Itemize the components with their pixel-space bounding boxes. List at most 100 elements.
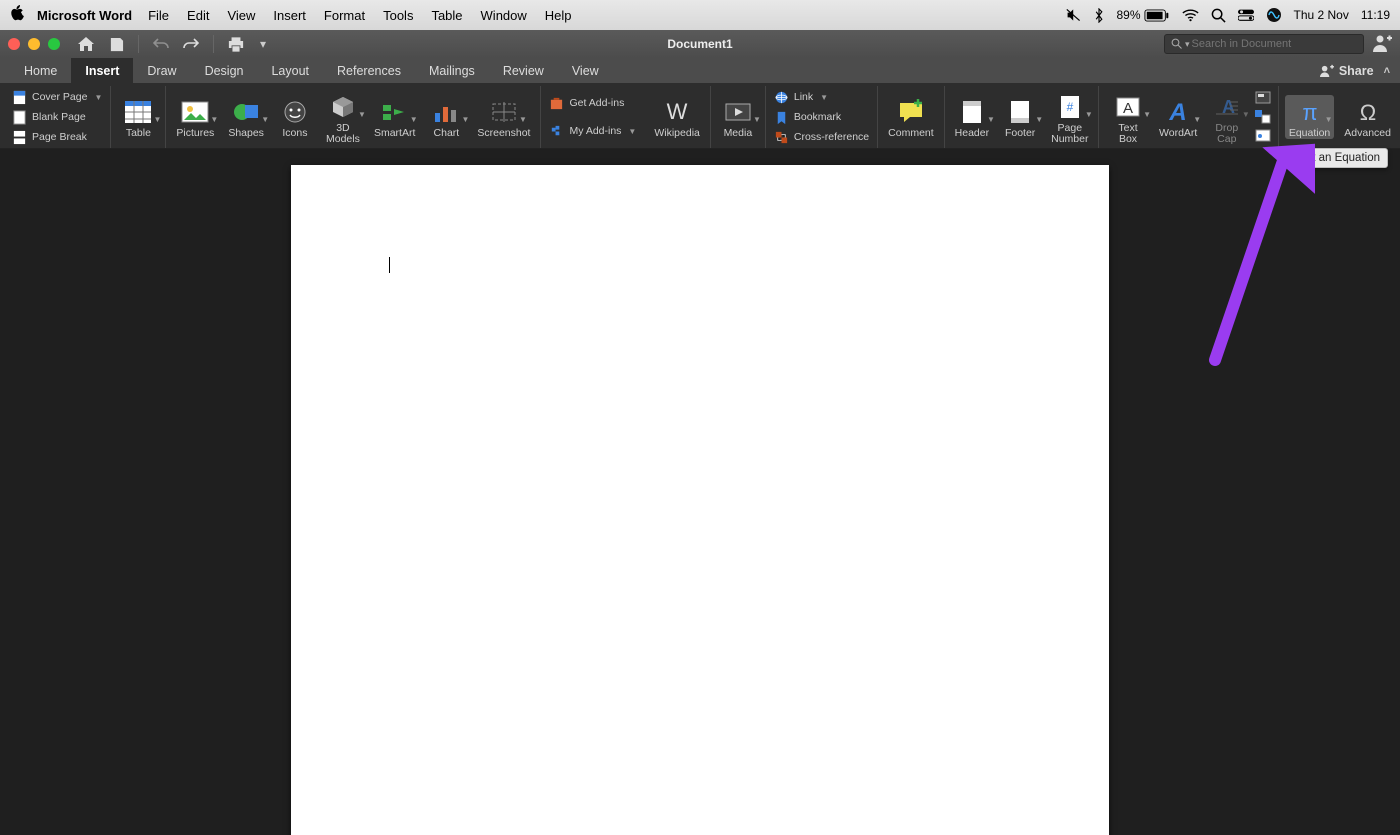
apple-logo-icon[interactable]	[10, 5, 25, 26]
footer-button[interactable]: ▼Footer	[999, 95, 1041, 139]
document-page[interactable]	[291, 165, 1109, 835]
group-symbols: π▼Equation ΩAdvanced	[1279, 86, 1400, 148]
svg-text:#: #	[1066, 100, 1073, 114]
control-center-icon[interactable]	[1238, 9, 1254, 21]
search-input[interactable]	[1192, 38, 1357, 50]
equation-button[interactable]: π▼Equation	[1285, 95, 1334, 139]
cover-page-button[interactable]: Cover Page▼	[10, 87, 104, 107]
svg-text:Ω: Ω	[1359, 100, 1375, 125]
tooltip-equation: Insert an Equation	[1279, 148, 1388, 168]
ribbon-tabs: Home Insert Draw Design Layout Reference…	[0, 58, 1400, 83]
menu-edit[interactable]: Edit	[187, 8, 209, 23]
tab-mailings[interactable]: Mailings	[415, 58, 489, 83]
minimize-window[interactable]	[28, 38, 40, 50]
link-button[interactable]: Link▼	[772, 87, 871, 107]
header-button[interactable]: ▼Header	[951, 95, 993, 139]
tab-view[interactable]: View	[558, 58, 613, 83]
comment-button[interactable]: Comment	[884, 95, 938, 139]
screenshot-button[interactable]: ▼Screenshot	[473, 95, 534, 139]
spotlight-icon[interactable]	[1211, 8, 1226, 23]
blank-page-button[interactable]: Blank Page	[10, 107, 104, 127]
close-window[interactable]	[8, 38, 20, 50]
undo-icon[interactable]	[153, 36, 169, 52]
app-name[interactable]: Microsoft Word	[37, 8, 132, 23]
group-text: A▼Text Box A▼WordArt A▼Drop Cap ▼ ▼	[1099, 86, 1278, 148]
tab-references[interactable]: References	[323, 58, 415, 83]
page-break-button[interactable]: Page Break	[10, 127, 104, 147]
customize-qat-icon[interactable]: ▾	[258, 36, 268, 52]
menu-window[interactable]: Window	[481, 8, 527, 23]
object-icon[interactable]: ▼	[1254, 128, 1272, 144]
battery-percent: 89%	[1116, 8, 1140, 22]
svg-text:A: A	[1123, 100, 1133, 117]
battery-indicator[interactable]: 89%	[1116, 8, 1169, 22]
bluetooth-icon[interactable]	[1094, 8, 1104, 23]
wordart-button[interactable]: A▼WordArt	[1157, 95, 1200, 139]
text-extras: ▼ ▼	[1254, 90, 1272, 144]
home-icon[interactable]	[78, 36, 94, 52]
tab-layout[interactable]: Layout	[257, 58, 323, 83]
smartart-button[interactable]: ▼SmartArt	[370, 95, 419, 139]
advanced-symbol-button[interactable]: ΩAdvanced	[1340, 95, 1395, 139]
bookmark-button[interactable]: Bookmark	[772, 107, 871, 127]
shapes-button[interactable]: ▼Shapes	[224, 95, 268, 139]
text-box-button[interactable]: A▼Text Box	[1105, 90, 1150, 145]
menu-format[interactable]: Format	[324, 8, 365, 23]
pictures-button[interactable]: ▼Pictures	[172, 95, 218, 139]
tab-review[interactable]: Review	[489, 58, 558, 83]
my-addins-button[interactable]: My Add-ins▼	[547, 121, 638, 141]
time-label[interactable]: 11:19	[1361, 8, 1390, 22]
page-number-button[interactable]: #▼Page Number	[1047, 90, 1092, 145]
collaboration-icon[interactable]	[1372, 34, 1392, 55]
group-table: ▼ Table	[111, 86, 166, 148]
icons-button[interactable]: Icons	[274, 95, 316, 139]
print-icon[interactable]	[228, 36, 244, 52]
menu-table[interactable]: Table	[431, 8, 462, 23]
zoom-window[interactable]	[48, 38, 60, 50]
ribbon-insert: Cover Page▼ Blank Page Page Break ▼ Tabl…	[0, 83, 1400, 149]
group-links: Link▼ Bookmark Cross-reference	[766, 86, 878, 148]
window-controls	[8, 38, 60, 50]
siri-icon[interactable]	[1266, 7, 1282, 23]
svg-text:A: A	[1169, 99, 1187, 125]
redo-icon[interactable]	[183, 36, 199, 52]
tab-design[interactable]: Design	[191, 58, 258, 83]
chart-button[interactable]: ▼Chart	[425, 95, 467, 139]
menu-tools[interactable]: Tools	[383, 8, 413, 23]
quick-access-toolbar: ▾	[78, 35, 268, 53]
group-addins: Get Add-ins My Add-ins▼ WWikipedia	[541, 86, 710, 148]
tab-home[interactable]: Home	[10, 58, 71, 83]
status-area: 89% Thu 2 Nov 11:19	[1066, 7, 1390, 23]
tab-draw[interactable]: Draw	[133, 58, 190, 83]
date-label[interactable]: Thu 2 Nov	[1294, 8, 1349, 22]
tab-insert[interactable]: Insert	[71, 58, 133, 83]
menu-help[interactable]: Help	[545, 8, 572, 23]
cross-reference-button[interactable]: Cross-reference	[772, 127, 871, 147]
media-button[interactable]: ▼Media	[717, 95, 759, 139]
quick-parts-icon[interactable]: ▼	[1254, 90, 1272, 106]
svg-text:π: π	[1302, 100, 1317, 125]
document-canvas[interactable]	[0, 149, 1400, 835]
group-header-footer: ▼Header ▼Footer #▼Page Number	[945, 86, 1100, 148]
save-icon[interactable]	[108, 36, 124, 52]
group-illustrations: ▼Pictures ▼Shapes Icons ▼3D Models ▼Smar…	[166, 86, 541, 148]
svg-text:W: W	[667, 99, 688, 124]
search-box[interactable]: ▾	[1164, 34, 1364, 54]
menu-file[interactable]: File	[148, 8, 169, 23]
get-addins-button[interactable]: Get Add-ins	[547, 93, 638, 113]
group-comment: Comment	[878, 86, 945, 148]
wifi-icon[interactable]	[1182, 9, 1199, 22]
group-pages: Cover Page▼ Blank Page Page Break	[4, 86, 111, 148]
date-time-icon[interactable]	[1254, 109, 1272, 125]
collapse-ribbon-icon[interactable]: ˄	[1384, 65, 1390, 77]
drop-cap-button[interactable]: A▼Drop Cap	[1206, 90, 1248, 145]
menu-view[interactable]: View	[227, 8, 255, 23]
window-titlebar: ▾ Document1 ▾	[0, 30, 1400, 58]
share-button[interactable]: Share	[1319, 64, 1374, 78]
macos-menubar: Microsoft Word File Edit View Insert For…	[0, 0, 1400, 30]
mute-icon[interactable]	[1066, 8, 1082, 22]
wikipedia-button[interactable]: WWikipedia	[650, 95, 704, 139]
menu-insert[interactable]: Insert	[273, 8, 306, 23]
table-button[interactable]: ▼ Table	[117, 95, 159, 139]
3d-models-button[interactable]: ▼3D Models	[322, 90, 364, 145]
